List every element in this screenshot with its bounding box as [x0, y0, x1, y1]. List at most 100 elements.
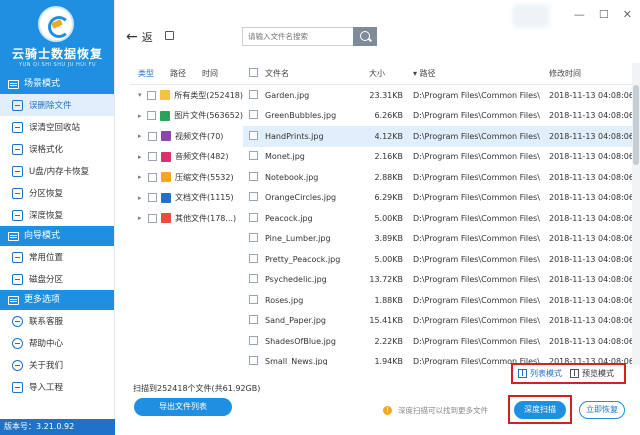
file-size: 2.22KB	[374, 336, 403, 346]
table-row[interactable]: GreenBubbles.jpg 6.26KB D:\Program Files\C…	[243, 106, 632, 127]
row-checkbox[interactable]	[249, 130, 258, 140]
table-row[interactable]: Notebook.jpg 2.88KB D:\Program Files\Commo…	[243, 167, 632, 188]
file-delete-icon	[12, 99, 23, 111]
minimize-icon[interactable]: —	[574, 8, 585, 21]
tree-row[interactable]: ▸ 视频文件(70)	[130, 126, 243, 147]
sidebar-item-label: 帮助中心	[29, 339, 64, 349]
row-checkbox-cell	[243, 171, 265, 183]
row-checkbox[interactable]	[249, 315, 258, 325]
expand-caret-icon[interactable]: ▸	[138, 214, 144, 222]
tree-checkbox[interactable]	[148, 131, 157, 141]
expand-caret-icon[interactable]: ▸	[138, 153, 144, 161]
tree-row[interactable]: ▸ 图片文件(563652)	[130, 106, 243, 127]
tab-type[interactable]: 类型	[138, 68, 154, 79]
sidebar-item-deleted-files[interactable]: 误删除文件	[0, 94, 114, 116]
table-row[interactable]: Peacock.jpg 5.00KB D:\Program Files\Common…	[243, 208, 632, 229]
row-checkbox[interactable]	[249, 294, 258, 304]
list-mode-label: 列表模式	[530, 369, 562, 378]
tree-checkbox[interactable]	[148, 213, 157, 223]
row-checkbox-cell	[243, 192, 265, 203]
sidebar-item-import-project[interactable]: 导入工程	[0, 376, 114, 398]
sidebar-item-disk-partition[interactable]: 磁盘分区	[0, 268, 114, 290]
sidebar-item-usb-card[interactable]: U盘/内存卡恢复	[0, 160, 114, 182]
tree-row[interactable]: ▸ 压缩文件(5532)	[130, 167, 243, 188]
sidebar-item-about-us[interactable]: 关于我们	[0, 354, 114, 376]
table-row[interactable]: Pine_Lumber.jpg 3.89KB D:\Program Files\Co…	[243, 229, 632, 250]
sidebar-item-common-locations[interactable]: 常用位置	[0, 246, 114, 268]
close-icon[interactable]: ✕	[623, 8, 632, 21]
list-mode-button[interactable]: 列表模式	[518, 368, 562, 379]
row-checkbox[interactable]	[249, 253, 258, 263]
row-checkbox-cell	[243, 315, 265, 326]
sidebar-item-format[interactable]: 误格式化	[0, 138, 114, 160]
table-row[interactable]: ShadesOfBlue.jpg 2.22KB D:\Program Files\C…	[243, 331, 632, 352]
expand-caret-icon[interactable]: ▸	[138, 112, 143, 120]
column-time[interactable]: 修改时间	[547, 68, 632, 79]
sidebar-item-deep-recovery[interactable]: 深度恢复	[0, 204, 114, 226]
sidebar-item-partition-recovery[interactable]: 分区恢复	[0, 182, 114, 204]
select-all-checkbox[interactable]	[249, 68, 258, 77]
file-type-icon	[161, 151, 171, 162]
top-bar: ← 返 — ☐ ✕	[116, 0, 640, 60]
row-checkbox[interactable]	[249, 192, 258, 202]
expand-caret-icon[interactable]: ▸	[138, 132, 144, 140]
tree-row-label: 所有类型(252418)	[174, 90, 243, 100]
table-row[interactable]: Monet.jpg 2.16KB D:\Program Files\Common F…	[243, 147, 632, 168]
tree-row[interactable]: ▸ 文档文件(1115)	[130, 188, 243, 209]
row-checkbox[interactable]	[249, 274, 258, 284]
file-list-header: 文件名 大小 ▾ 路径 修改时间	[243, 63, 632, 85]
table-row[interactable]: Roses.jpg 1.88KB D:\Program Files\Common F…	[243, 290, 632, 311]
sidebar-item-label: 常用位置	[29, 253, 64, 263]
row-checkbox[interactable]	[249, 171, 258, 181]
table-row[interactable]: Pretty_Peacock.jpg 5.00KB D:\Program Files…	[243, 249, 632, 270]
column-size[interactable]: 大小	[367, 68, 407, 79]
expand-caret-icon[interactable]: ▸	[138, 194, 144, 202]
export-list-button[interactable]: 导出文件列表	[134, 398, 232, 416]
search-button[interactable]	[353, 27, 377, 46]
table-row[interactable]: OrangeCircles.jpg 6.29KB D:\Program Files\…	[243, 188, 632, 209]
row-checkbox-cell	[243, 89, 265, 101]
preview-mode-button[interactable]: 预览模式	[570, 368, 614, 379]
table-row[interactable]: HandPrints.jpg 4.12KB D:\Program Files\Com…	[243, 126, 632, 147]
row-checkbox[interactable]	[249, 212, 258, 222]
row-checkbox-cell	[243, 335, 265, 347]
row-checkbox[interactable]	[249, 151, 258, 161]
tree-row-label: 文档文件(1115)	[175, 193, 234, 203]
table-row[interactable]: Sand_Paper.jpg 15.41KB D:\Program Files\Co…	[243, 311, 632, 332]
tree-row[interactable]: ▾ 所有类型(252418)	[130, 85, 243, 106]
tree-checkbox[interactable]	[147, 111, 157, 121]
expand-caret-icon[interactable]: ▸	[138, 173, 144, 181]
tree-row-label: 压缩文件(5532)	[175, 172, 234, 182]
deep-scan-button[interactable]: 深度扫描	[514, 401, 566, 419]
file-name: Notebook.jpg	[265, 172, 319, 182]
row-checkbox[interactable]	[249, 89, 258, 99]
collapse-caret-icon[interactable]: ▾	[138, 91, 143, 99]
tree-row[interactable]: ▸ 音频文件(482)	[130, 147, 243, 168]
row-checkbox[interactable]	[249, 335, 258, 345]
table-row[interactable]: Psychedelic.jpg 13.72KB D:\Program Files\C…	[243, 270, 632, 291]
sidebar-item-recycle-bin[interactable]: 误清空回收站	[0, 116, 114, 138]
tree-checkbox[interactable]	[148, 172, 157, 182]
tree-checkbox[interactable]	[147, 90, 157, 100]
file-time: 2018-11-13 04:08:06	[549, 316, 632, 326]
sidebar-item-contact-support[interactable]: 联系客服	[0, 310, 114, 332]
preview-mode-label: 预览模式	[582, 369, 614, 378]
restore-now-button[interactable]: 立即恢复	[579, 401, 625, 419]
row-checkbox[interactable]	[249, 233, 258, 243]
sidebar-item-help-center[interactable]: 帮助中心	[0, 332, 114, 354]
column-name[interactable]: 文件名	[265, 68, 367, 79]
tree-checkbox[interactable]	[148, 152, 157, 162]
tree-row[interactable]: ▸ 其他文件(178...)	[130, 208, 243, 229]
column-path[interactable]: ▾ 路径	[407, 68, 547, 79]
row-checkbox[interactable]	[249, 110, 258, 120]
back-button[interactable]: ← 返	[126, 29, 153, 45]
home-icon[interactable]	[165, 31, 174, 40]
scrollbar[interactable]	[632, 63, 640, 365]
tree-checkbox[interactable]	[148, 193, 157, 203]
table-row[interactable]: Garden.jpg 23.31KB D:\Program Files\Common…	[243, 85, 632, 106]
row-checkbox[interactable]	[249, 356, 258, 365]
maximize-icon[interactable]: ☐	[599, 8, 609, 21]
file-time: 2018-11-13 04:08:06	[549, 234, 632, 244]
tab-path[interactable]: 路径	[170, 68, 186, 79]
tab-time[interactable]: 时间	[202, 68, 218, 79]
